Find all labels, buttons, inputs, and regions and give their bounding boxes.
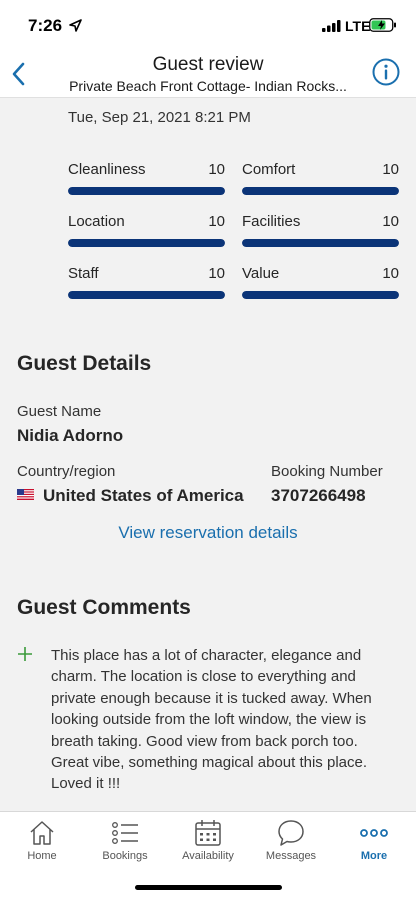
score-location: Location 10	[68, 213, 225, 247]
score-value: 10	[208, 265, 225, 282]
status-bar: 7:26 LTE	[0, 0, 416, 50]
positive-comment-text: This place has a lot of character, elega…	[51, 647, 372, 793]
tab-label: Messages	[265, 850, 317, 862]
score-bar-fill	[242, 187, 399, 195]
score-value: 10	[382, 213, 399, 230]
score-value-rating: Value 10	[242, 265, 399, 299]
score-bar	[242, 187, 399, 195]
chat-bubble-icon	[278, 820, 304, 846]
score-label: Location	[68, 213, 125, 230]
score-bar-fill	[242, 239, 399, 247]
score-bar-fill	[68, 291, 225, 299]
score-value: 10	[208, 213, 225, 230]
score-label: Value	[242, 265, 280, 282]
battery-charging-icon	[369, 18, 396, 32]
score-label: Cleanliness	[68, 161, 146, 178]
tab-label: Bookings	[102, 850, 148, 862]
score-bar	[242, 239, 399, 247]
navigation-header: Guest review Private Beach Front Cottage…	[0, 50, 416, 98]
score-bar	[68, 291, 225, 299]
property-name: Private Beach Front Cottage- Indian Rock…	[69, 78, 347, 94]
guest-details-heading: Guest Details	[17, 352, 152, 375]
score-bar	[68, 239, 225, 247]
tab-more[interactable]: More	[332, 812, 416, 872]
tab-messages[interactable]: Messages	[249, 812, 333, 872]
score-comfort: Comfort 10	[242, 161, 399, 195]
guest-name: Nidia Adorno	[17, 426, 124, 445]
tab-home[interactable]: Home	[0, 812, 84, 872]
us-flag-icon	[17, 489, 34, 500]
country-value: United States of America	[43, 486, 244, 505]
score-label: Facilities	[242, 213, 301, 230]
review-date: Tue, Sep 21, 2021 8:21 PM	[68, 109, 251, 126]
home-icon	[30, 821, 54, 845]
tab-label: More	[360, 850, 388, 862]
score-value: 10	[208, 161, 225, 178]
score-value: 10	[382, 161, 399, 178]
tab-label: Home	[27, 850, 57, 862]
page-title: Guest review	[152, 54, 264, 75]
status-time: 7:26	[28, 16, 63, 35]
calendar-icon	[195, 820, 221, 846]
guest-name-label: Guest Name	[17, 403, 102, 420]
score-bar	[68, 187, 225, 195]
network-type: LTE	[345, 18, 371, 34]
tab-label: Availability	[182, 850, 234, 862]
score-bar-fill	[68, 187, 225, 195]
location-arrow-icon	[69, 19, 82, 32]
score-bar-fill	[68, 239, 225, 247]
score-bar	[242, 291, 399, 299]
view-reservation-details-link[interactable]: View reservation details	[0, 523, 416, 543]
country-label: Country/region	[17, 463, 116, 480]
score-bar-fill	[242, 291, 399, 299]
score-facilities: Facilities 10	[242, 213, 399, 247]
score-cleanliness: Cleanliness 10	[68, 161, 225, 195]
score-value: 10	[382, 265, 399, 282]
score-staff: Staff 10	[68, 265, 225, 299]
tab-bookings[interactable]: Bookings	[83, 812, 167, 872]
booking-number-label: Booking Number	[271, 463, 383, 480]
booking-number: 3707266498	[271, 486, 366, 505]
score-label: Staff	[68, 265, 99, 282]
plus-icon	[18, 647, 32, 661]
tab-availability[interactable]: Availability	[166, 812, 250, 872]
more-dots-icon	[360, 829, 388, 837]
list-icon	[112, 822, 138, 844]
home-indicator	[135, 885, 282, 890]
info-icon[interactable]	[372, 58, 400, 86]
cellular-signal-icon	[322, 20, 341, 32]
guest-comments-heading: Guest Comments	[17, 596, 191, 619]
score-label: Comfort	[242, 161, 296, 178]
